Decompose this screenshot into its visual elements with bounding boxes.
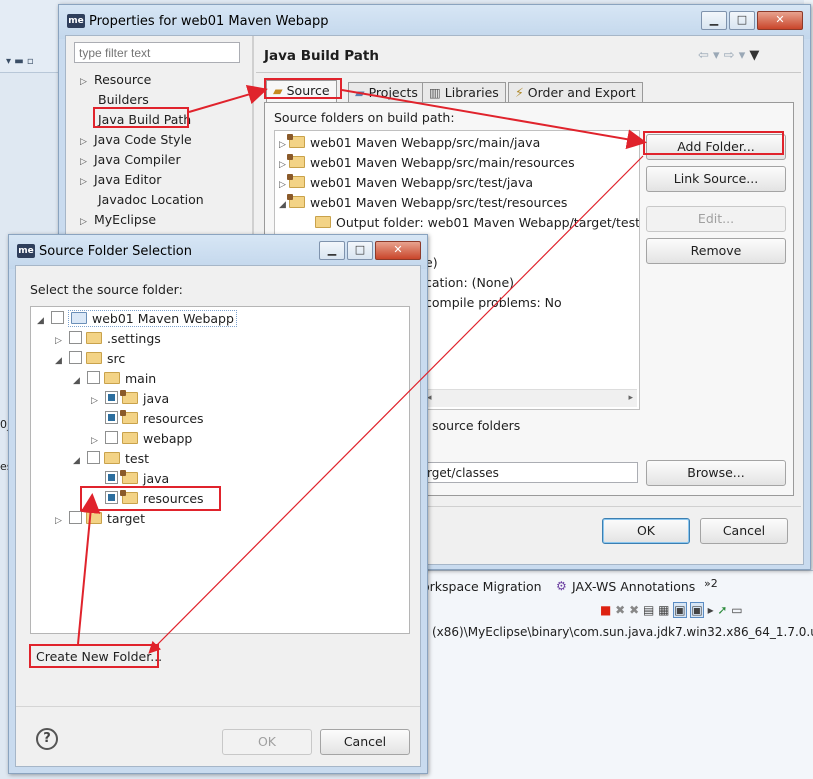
annotation-arrows <box>77 84 647 654</box>
arrow-source-to-add-folder <box>341 89 647 150</box>
arrow-create-to-resources <box>77 493 101 645</box>
arrow-build-path-to-source <box>188 84 268 113</box>
arrow-add-folder-to-create <box>148 155 644 654</box>
